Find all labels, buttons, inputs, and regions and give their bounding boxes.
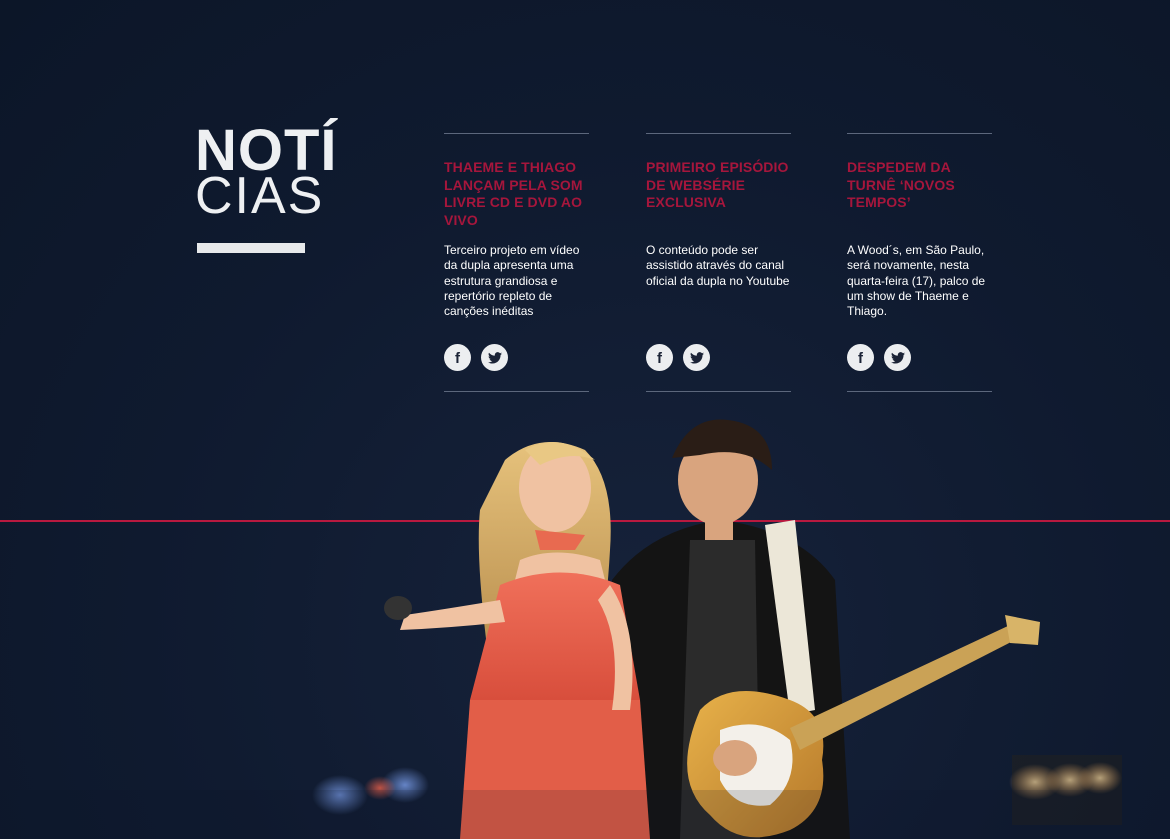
news-card: THAEME E THIAGO LANÇAM PELA SOM LIVRE CD… xyxy=(444,133,590,393)
news-title[interactable]: PRIMEIRO EPISÓDIO DE WEBSÉRIE EXCLUSIVA xyxy=(646,159,792,212)
twitter-share-button[interactable] xyxy=(481,344,508,371)
card-divider-bottom xyxy=(847,391,992,392)
card-divider-top xyxy=(646,133,791,134)
card-divider-bottom xyxy=(444,391,589,392)
twitter-icon xyxy=(689,351,704,364)
twitter-icon xyxy=(487,351,502,364)
twitter-icon xyxy=(890,351,905,364)
card-divider-top xyxy=(847,133,992,134)
news-card: DESPEDEM DA TURNÊ ‘NOVOS TEMPOS’ A Wood´… xyxy=(847,133,993,393)
news-card: PRIMEIRO EPISÓDIO DE WEBSÉRIE EXCLUSIVA … xyxy=(646,133,792,393)
card-divider-bottom xyxy=(646,391,791,392)
twitter-share-button[interactable] xyxy=(884,344,911,371)
card-divider-top xyxy=(444,133,589,134)
facebook-icon: f xyxy=(858,349,863,367)
concert-photo xyxy=(0,419,1170,839)
news-title[interactable]: THAEME E THIAGO LANÇAM PELA SOM LIVRE CD… xyxy=(444,159,590,229)
news-title[interactable]: DESPEDEM DA TURNÊ ‘NOVOS TEMPOS’ xyxy=(847,159,993,212)
facebook-share-button[interactable]: f xyxy=(444,344,471,371)
news-excerpt: A Wood´s, em São Paulo, será novamente, … xyxy=(847,243,986,319)
news-excerpt: O conteúdo pode ser assistido através do… xyxy=(646,243,790,288)
facebook-icon: f xyxy=(657,349,662,367)
news-section: NOTÍ CIAS THAEME E THIAGO LANÇAM PELA SO… xyxy=(0,0,1170,839)
twitter-share-button[interactable] xyxy=(683,344,710,371)
facebook-icon: f xyxy=(455,349,460,367)
title-underline xyxy=(197,243,305,253)
facebook-share-button[interactable]: f xyxy=(847,344,874,371)
section-title: NOTÍ CIAS xyxy=(195,122,355,223)
facebook-share-button[interactable]: f xyxy=(646,344,673,371)
news-excerpt: Terceiro projeto em vídeo da dupla apres… xyxy=(444,243,580,319)
